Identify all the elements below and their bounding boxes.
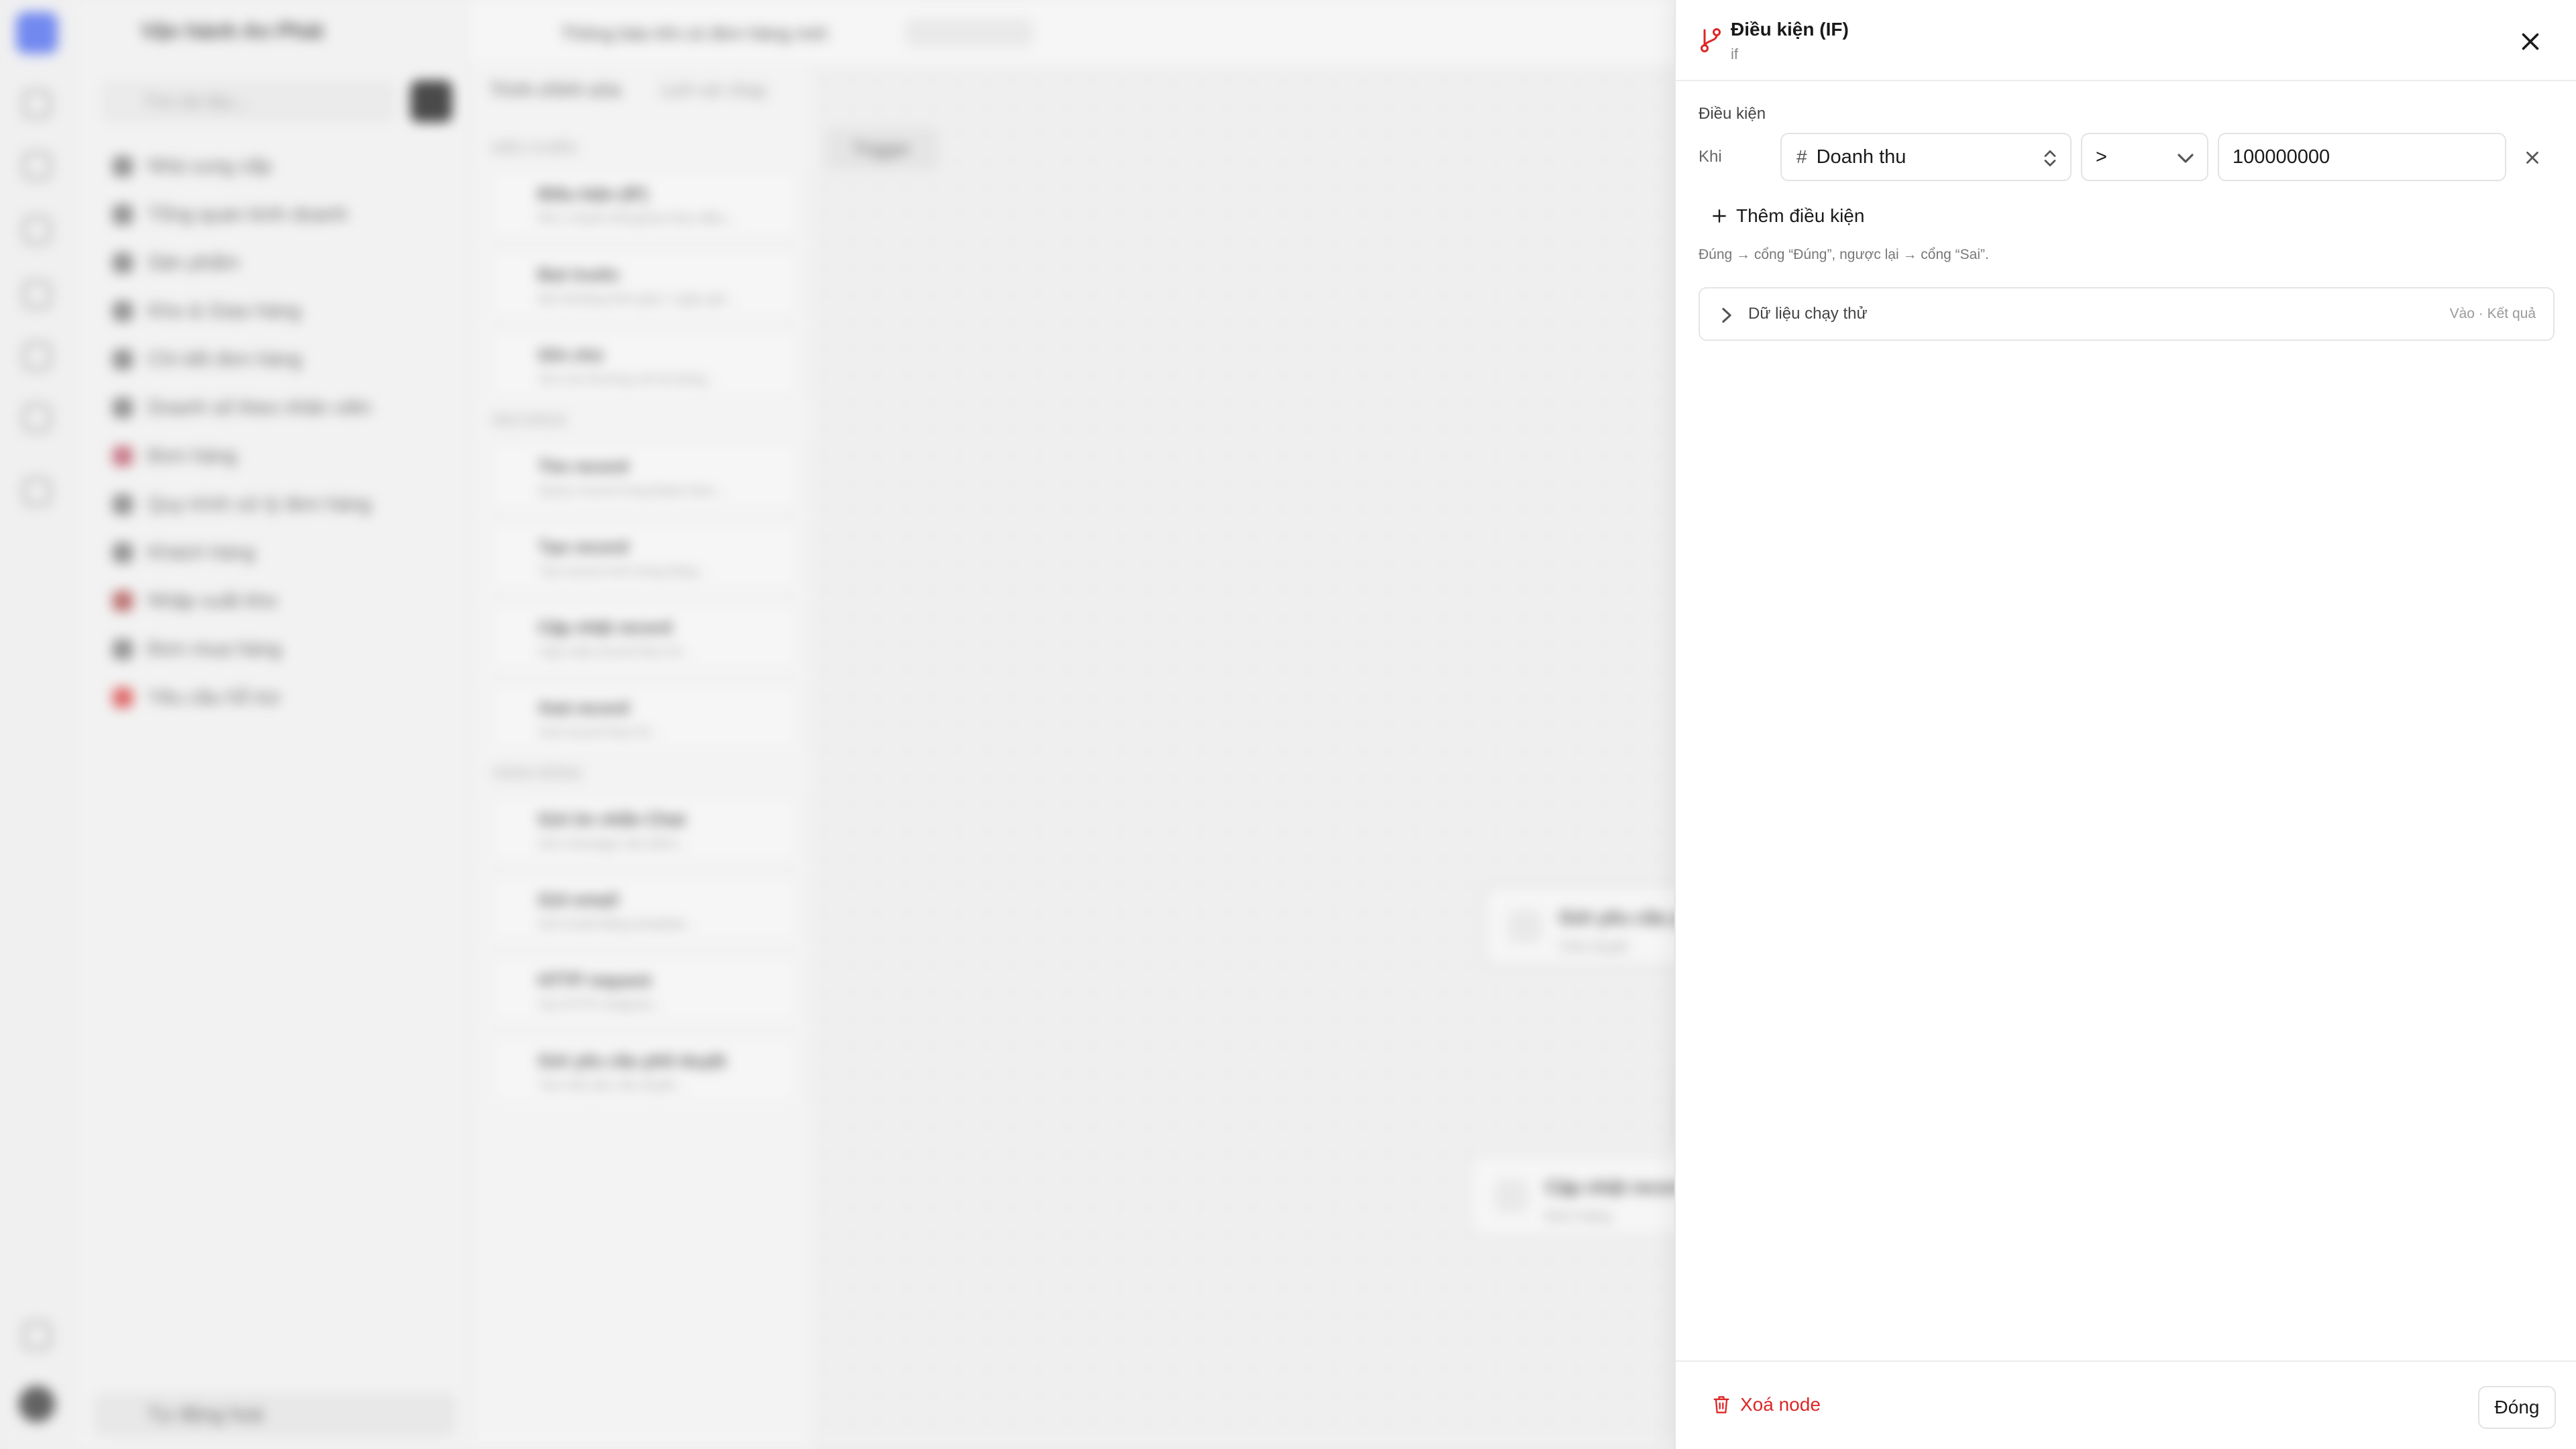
delete-node-label: Xoá node [1740, 1394, 1821, 1415]
hash-icon: # [1796, 146, 1807, 167]
panel-title: Điều kiện (IF) [1731, 19, 1849, 40]
test-data-meta: Vào · Kết quả [2449, 306, 2536, 321]
close-icon[interactable] [2518, 30, 2542, 54]
operator-select[interactable]: > [2081, 133, 2208, 181]
operator-value: > [2096, 146, 2107, 168]
modal-overlay[interactable] [0, 0, 1674, 1449]
plus-icon [1713, 209, 1726, 223]
chevron-updown-icon [2044, 150, 2056, 166]
chevron-down-icon [2178, 154, 2194, 163]
condition-value-input-wrap [2218, 133, 2506, 181]
chevron-right-icon [1722, 308, 1731, 323]
remove-condition-icon[interactable] [2522, 148, 2542, 168]
condition-row-label: Khi [1699, 148, 1722, 166]
add-condition-label: Thêm điều kiện [1736, 205, 1865, 226]
panel-header: Điều kiện (IF) if [1676, 0, 2576, 81]
git-branch-icon [1701, 28, 1721, 52]
test-data-label: Dữ liệu chạy thử [1748, 305, 1868, 323]
add-condition-button[interactable]: Thêm điều kiện [1711, 203, 1864, 229]
variable-select[interactable]: # Doanh thu [1780, 133, 2072, 181]
test-data-collapsible[interactable]: Dữ liệu chạy thử Vào · Kết quả [1699, 287, 2555, 341]
trash-icon [1713, 1396, 1729, 1413]
node-config-panel: Điều kiện (IF) if Điều kiện Khi # Doanh … [1674, 0, 2576, 1449]
condition-value-input[interactable] [2219, 134, 2505, 180]
close-button[interactable]: Đóng [2478, 1386, 2556, 1429]
panel-footer: Xoá node Đóng [1676, 1360, 2576, 1449]
condition-hint: Đúng → cổng “Đúng”, ngược lại → cổng “Sa… [1699, 247, 1989, 262]
delete-node-button[interactable]: Xoá node [1712, 1394, 1821, 1415]
condition-section-label: Điều kiện [1699, 105, 1766, 123]
panel-subtitle: if [1731, 46, 1738, 62]
variable-value: Doanh thu [1816, 146, 1907, 168]
